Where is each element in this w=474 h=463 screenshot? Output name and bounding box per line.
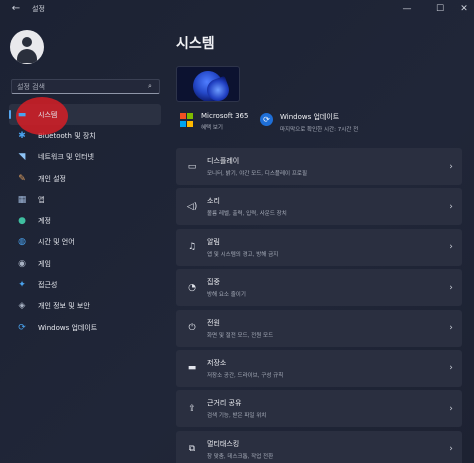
microsoft365-link[interactable]: Microsoft 365 혜택 보기 <box>180 112 248 131</box>
windows-update-title: Windows 업데이트 <box>280 113 340 121</box>
card-description: 앱 및 시스템의 경고, 방해 금지 <box>207 251 279 258</box>
chevron-right-icon: › <box>449 161 453 172</box>
card-title: 저장소 <box>207 358 227 367</box>
sidebar-item-time-language[interactable]: ◍ 시간 및 언어 <box>9 232 161 253</box>
user-avatar[interactable] <box>10 30 44 64</box>
card-title: 집중 <box>207 278 220 287</box>
sidebar-item-personalization[interactable]: ✎ 개인 설정 <box>9 168 161 189</box>
search-input[interactable]: 설정 검색 <box>12 82 144 92</box>
microsoft-logo-icon <box>180 113 194 127</box>
sidebar-item-label: 개인 설정 <box>38 174 66 183</box>
settings-window: ← 설정 — ☐ ✕ 설정 검색 ⌕ ▬ 시스템 ✱ Bluetooth 및 장… <box>0 0 474 463</box>
bell-icon: ♫ <box>187 242 197 253</box>
sidebar-item-label: 앱 <box>38 195 45 204</box>
card-multitasking[interactable]: ⧉ 멀티태스킹 창 맞춤, 데스크톱, 작업 전환 › <box>176 430 462 463</box>
maximize-button[interactable]: ☐ <box>427 1 453 17</box>
page-title: 시스템 <box>176 36 215 52</box>
settings-cards: ▭ 디스플레이 모니터, 밝기, 야간 모드, 디스플레이 프로필 › ◁) 소… <box>176 148 462 463</box>
windows-update-subtitle: 마지막으로 확인한 시간: 7시간 전 <box>280 127 359 133</box>
minimize-button[interactable]: — <box>394 1 420 17</box>
card-title: 디스플레이 <box>207 157 240 165</box>
storage-icon: ▬ <box>187 363 197 374</box>
sidebar-item-label: 게임 <box>38 259 51 268</box>
sidebar-item-windows-update[interactable]: ⟳ Windows 업데이트 <box>9 317 161 338</box>
app-title: 설정 <box>32 5 45 13</box>
chevron-right-icon: › <box>449 444 453 455</box>
card-description: 방해 요소 줄이기 <box>207 292 246 299</box>
sidebar-item-label: 시간 및 언어 <box>38 238 75 247</box>
shield-icon: ◈ <box>18 301 26 312</box>
sidebar-item-label: 개인 정보 및 보안 <box>38 302 90 311</box>
card-title: 알림 <box>207 237 220 246</box>
sidebar-item-label: 시스템 <box>38 110 58 119</box>
accessibility-icon: ✦ <box>18 280 26 291</box>
card-notifications[interactable]: ♫ 알림 앱 및 시스템의 경고, 방해 금지 › <box>176 228 462 266</box>
bluetooth-icon: ✱ <box>18 130 26 141</box>
close-button[interactable]: ✕ <box>451 1 474 17</box>
search-icon: ⌕ <box>148 82 152 90</box>
title-bar: ← 설정 — ☐ ✕ <box>0 0 474 18</box>
sidebar-item-label: 네트워크 및 인터넷 <box>38 153 94 162</box>
display-icon: ▬ <box>17 109 27 120</box>
globe-clock-icon: ◍ <box>18 237 26 248</box>
microsoft365-subtitle: 혜택 보기 <box>201 125 223 131</box>
chevron-right-icon: › <box>449 403 453 414</box>
avatar-head <box>22 37 32 47</box>
card-description: 볼륨 레벨, 출력, 입력, 사운드 장치 <box>207 211 287 218</box>
card-title: 전원 <box>207 318 220 327</box>
sidebar-item-label: 계정 <box>38 217 51 226</box>
card-storage[interactable]: ▬ 저장소 저장소 공간, 드라이브, 구성 규칙 › <box>176 349 462 387</box>
chevron-right-icon: › <box>449 282 453 293</box>
monitor-icon: ▭ <box>187 161 197 172</box>
sidebar-nav: ▬ 시스템 ✱ Bluetooth 및 장치 ◥ 네트워크 및 인터넷 ✎ 개인… <box>9 104 161 338</box>
card-nearby-sharing[interactable]: ⇪ 근거리 공유 검색 기능, 받은 파일 위치 › <box>176 390 462 428</box>
card-description: 모니터, 밝기, 야간 모드, 디스플레이 프로필 <box>207 171 308 177</box>
gamepad-icon: ◉ <box>18 258 26 269</box>
multitask-icon: ⧉ <box>188 444 196 455</box>
person-icon: ● <box>18 216 26 227</box>
sidebar-item-label: Windows 업데이트 <box>38 323 98 332</box>
chevron-right-icon: › <box>449 323 453 334</box>
card-focus[interactable]: ◔ 집중 방해 요소 줄이기 › <box>176 269 462 307</box>
card-description: 저장소 공간, 드라이브, 구성 규칙 <box>207 372 284 379</box>
chevron-right-icon: › <box>449 363 453 374</box>
card-power[interactable]: ⏻ 전원 화면 및 절전 모드, 전원 모드 › <box>176 309 462 347</box>
sidebar-item-label: 접근성 <box>38 281 58 290</box>
microsoft365-title: Microsoft 365 <box>201 112 249 120</box>
card-description: 화면 및 절전 모드, 전원 모드 <box>207 332 274 339</box>
windows-update-link[interactable]: ⟳ Windows 업데이트 마지막으로 확인한 시간: 7시간 전 <box>260 112 358 133</box>
share-icon: ⇪ <box>188 403 196 414</box>
device-wallpaper-thumbnail <box>176 66 240 102</box>
chevron-right-icon: › <box>449 201 453 212</box>
focus-icon: ◔ <box>188 282 196 293</box>
card-description: 창 맞춤, 데스크톱, 작업 전환 <box>207 453 274 460</box>
card-title: 멀티태스킹 <box>207 439 240 448</box>
arrow-left-icon: ← <box>11 3 21 14</box>
chevron-right-icon: › <box>449 242 453 253</box>
card-title: 근거리 공유 <box>207 399 242 408</box>
windows-update-icon: ⟳ <box>18 322 26 333</box>
speaker-icon: ◁) <box>186 201 198 212</box>
wifi-icon: ◥ <box>18 152 26 163</box>
search-box[interactable]: 설정 검색 ⌕ <box>11 79 160 94</box>
sidebar-item-accounts[interactable]: ● 계정 <box>9 210 161 231</box>
sidebar-item-gaming[interactable]: ◉ 게임 <box>9 253 161 274</box>
back-button[interactable]: ← <box>10 3 22 15</box>
brush-icon: ✎ <box>18 173 26 184</box>
power-icon: ⏻ <box>188 323 196 334</box>
windows-update-icon: ⟳ <box>260 113 273 126</box>
card-sound[interactable]: ◁) 소리 볼륨 레벨, 출력, 입력, 사운드 장치 › <box>176 188 462 226</box>
sidebar-item-accessibility[interactable]: ✦ 접근성 <box>9 274 161 295</box>
sidebar-item-apps[interactable]: ▦ 앱 <box>9 189 161 210</box>
apps-icon: ▦ <box>17 194 27 205</box>
card-title: 소리 <box>207 197 220 206</box>
avatar-body <box>17 49 37 63</box>
card-description: 검색 기능, 받은 파일 위치 <box>207 413 267 420</box>
card-display[interactable]: ▭ 디스플레이 모니터, 밝기, 야간 모드, 디스플레이 프로필 › <box>176 148 462 185</box>
sidebar-item-network[interactable]: ◥ 네트워크 및 인터넷 <box>9 147 161 168</box>
sidebar-item-privacy[interactable]: ◈ 개인 정보 및 보안 <box>9 296 161 317</box>
